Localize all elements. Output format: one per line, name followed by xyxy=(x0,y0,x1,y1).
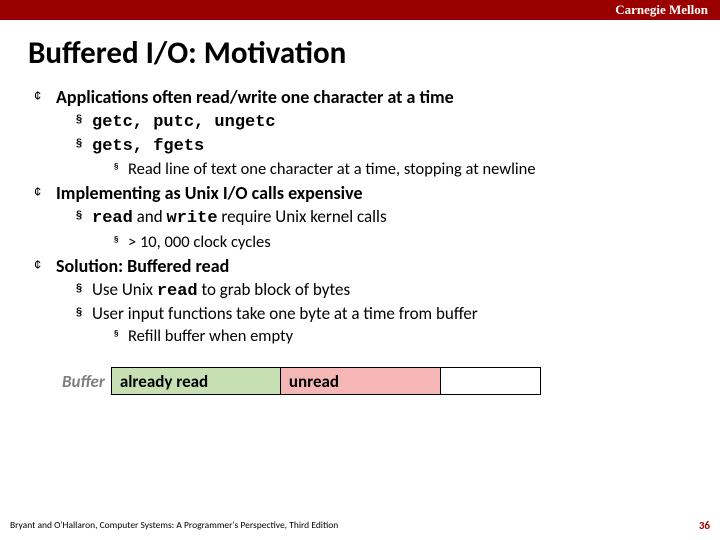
subsub-item: > 10, 000 clock cycles xyxy=(114,231,692,253)
buffer-label: Buffer xyxy=(62,367,111,395)
bullet-heading: Solution: Buffered read xyxy=(56,255,692,277)
subsub-item: Read line of text one character at a tim… xyxy=(114,158,692,180)
sub-item: read and write require Unix kernel calls… xyxy=(76,206,692,252)
page-number: 36 xyxy=(699,519,710,532)
sub-item: gets, fgets Read line of text one charac… xyxy=(76,134,692,180)
buffer-read-segment: already read xyxy=(111,367,281,395)
bullet-item: Implementing as Unix I/O calls expensive… xyxy=(34,182,692,252)
buffer-empty-segment xyxy=(441,367,541,395)
brand-label: Carnegie Mellon xyxy=(615,2,708,18)
footer: Bryant and O'Hallaron, Computer Systems:… xyxy=(10,519,710,532)
bullet-list: Applications often read/write one charac… xyxy=(28,86,692,347)
page-title: Buffered I/O: Motivation xyxy=(28,34,692,72)
sub-item: getc, putc, ungetc xyxy=(76,110,692,134)
header-bar: Carnegie Mellon xyxy=(0,0,720,20)
subsub-item: Refill buffer when empty xyxy=(114,325,692,347)
buffer-diagram: Buffer already read unread xyxy=(62,367,692,395)
bullet-heading: Applications often read/write one charac… xyxy=(56,86,692,108)
sub-item: Use Unix read to grab block of bytes xyxy=(76,279,692,303)
slide-content: Buffered I/O: Motivation Applications of… xyxy=(0,20,720,395)
bullet-item: Solution: Buffered read Use Unix read to… xyxy=(34,255,692,347)
citation: Bryant and O'Hallaron, Computer Systems:… xyxy=(10,519,338,532)
sub-item: User input functions take one byte at a … xyxy=(76,303,692,347)
bullet-heading: Implementing as Unix I/O calls expensive xyxy=(56,182,692,204)
bullet-item: Applications often read/write one charac… xyxy=(34,86,692,180)
buffer-unread-segment: unread xyxy=(281,367,441,395)
